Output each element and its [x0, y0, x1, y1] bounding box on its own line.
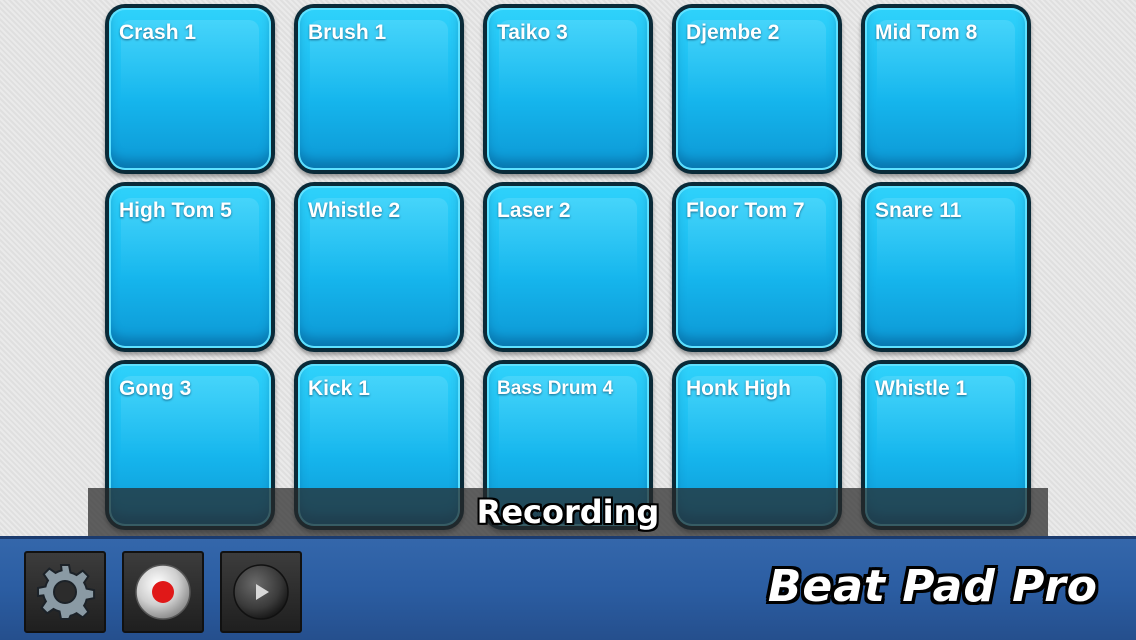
record-icon [135, 564, 191, 620]
pad-label: High Tom 5 [119, 199, 232, 222]
pad-label: Honk High [686, 377, 791, 400]
pad-label: Djembe 2 [686, 21, 780, 44]
pad-label: Whistle 1 [875, 377, 968, 400]
recording-status-banner: Recording [88, 488, 1048, 536]
gear-icon [37, 564, 96, 620]
app-logo: Beat Pad Pro [767, 561, 1098, 612]
pad-label: Laser 2 [497, 199, 571, 222]
pad-snare-11[interactable]: Snare 11 [861, 182, 1031, 352]
pad-taiko-3[interactable]: Taiko 3 [483, 4, 653, 174]
pad-label: Gong 3 [119, 377, 192, 400]
pad-grid: Crash 1 Brush 1 Taiko 3 Djembe 2 Mid Tom… [105, 4, 1031, 530]
status-text: Recording [476, 493, 660, 531]
pad-crash-1[interactable]: Crash 1 [105, 4, 275, 174]
pad-high-tom-5[interactable]: High Tom 5 [105, 182, 275, 352]
pad-label: Snare 11 [875, 199, 962, 222]
pad-label: Floor Tom 7 [686, 199, 805, 222]
bottom-toolbar: Beat Pad Pro [0, 536, 1136, 640]
pad-label: Mid Tom 8 [875, 21, 978, 44]
record-button[interactable] [122, 551, 204, 633]
pad-laser-2[interactable]: Laser 2 [483, 182, 653, 352]
pad-label: Bass Drum 4 [497, 378, 614, 399]
pad-floor-tom-7[interactable]: Floor Tom 7 [672, 182, 842, 352]
pad-label: Taiko 3 [497, 21, 568, 44]
play-icon [233, 564, 289, 620]
play-button[interactable] [220, 551, 302, 633]
pad-label: Brush 1 [308, 21, 387, 44]
pad-mid-tom-8[interactable]: Mid Tom 8 [861, 4, 1031, 174]
pad-label: Crash 1 [119, 21, 197, 44]
pad-brush-1[interactable]: Brush 1 [294, 4, 464, 174]
pad-label: Whistle 2 [308, 199, 401, 222]
settings-button[interactable] [24, 551, 106, 633]
pad-label: Kick 1 [308, 377, 370, 400]
pad-whistle-2[interactable]: Whistle 2 [294, 182, 464, 352]
pad-djembe-2[interactable]: Djembe 2 [672, 4, 842, 174]
